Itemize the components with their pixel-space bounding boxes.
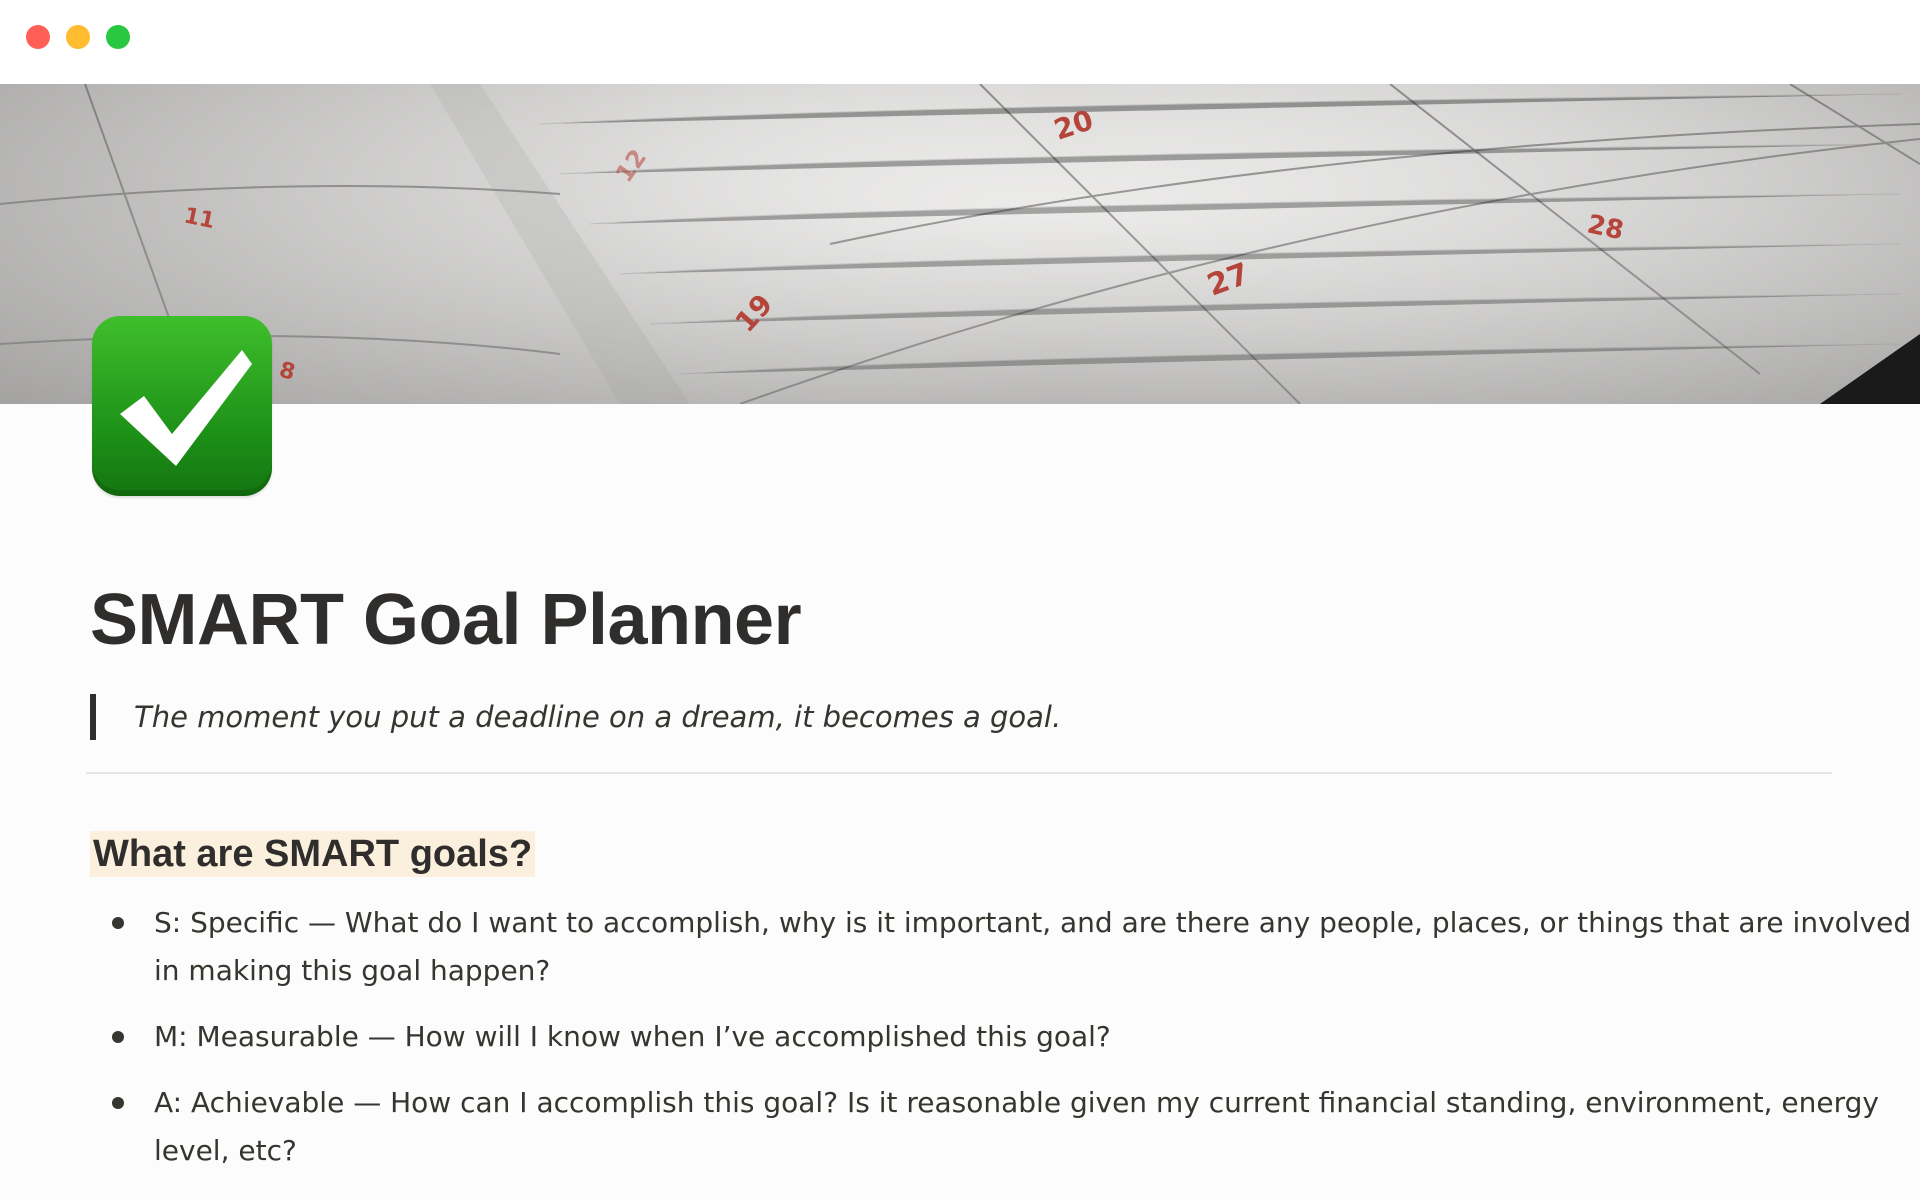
list-item[interactable]: S: Specific — What do I want to accompli…	[90, 899, 1920, 995]
divider	[86, 772, 1832, 774]
calendar-photo: 11 8 12 19 20 27 28	[0, 84, 1920, 404]
list-item-text: M: Measurable — How will I know when I’v…	[154, 1020, 1111, 1053]
cover-image[interactable]: 11 8 12 19 20 27 28	[0, 84, 1920, 404]
minimize-window-button[interactable]	[66, 25, 90, 49]
section-heading[interactable]: What are SMART goals?	[90, 831, 536, 877]
quote-bar	[90, 694, 96, 740]
list-item[interactable]: M: Measurable — How will I know when I’v…	[90, 1013, 1920, 1061]
bullet-icon	[112, 1031, 124, 1043]
close-window-button[interactable]	[26, 25, 50, 49]
bullet-icon	[112, 917, 124, 929]
maximize-window-button[interactable]	[106, 25, 130, 49]
list-item-text: A: Achievable — How can I accomplish thi…	[154, 1086, 1879, 1167]
title-bar	[0, 0, 1920, 84]
quote-block[interactable]: The moment you put a deadline on a dream…	[90, 692, 1830, 742]
page-title[interactable]: SMART Goal Planner	[90, 570, 1830, 670]
page-content: SMART Goal Planner The moment you put a …	[86, 570, 1911, 1193]
list-item-text: S: Specific — What do I want to accompli…	[154, 906, 1912, 987]
quote-text: The moment you put a deadline on a dream…	[134, 700, 1062, 734]
white-heavy-check-mark-icon[interactable]	[92, 316, 272, 496]
app-window: 11 8 12 19 20 27 28 SMART Goal Planner T…	[0, 0, 1920, 1200]
bullet-icon	[112, 1097, 124, 1109]
bulleted-list: S: Specific — What do I want to accompli…	[90, 899, 1911, 1175]
list-item[interactable]: A: Achievable — How can I accomplish thi…	[90, 1079, 1920, 1175]
